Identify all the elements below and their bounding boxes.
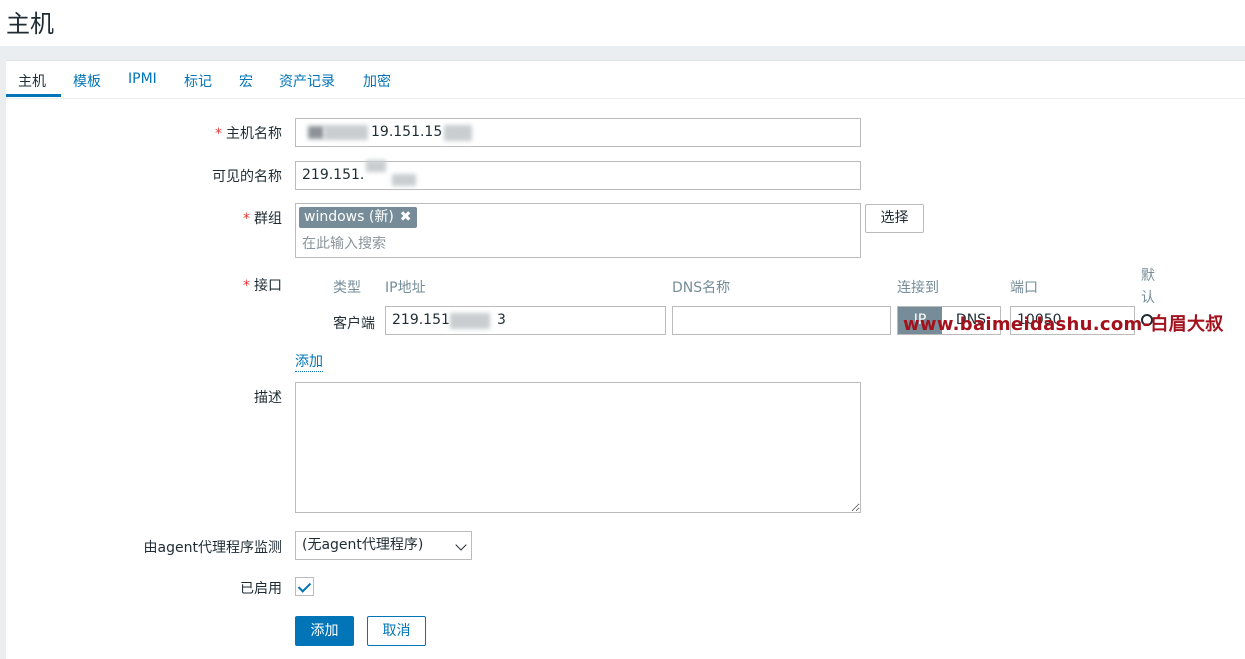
active-tab-indicator <box>6 94 61 97</box>
add-button[interactable]: 添加 <box>295 616 354 646</box>
interface-dns-input[interactable] <box>672 306 891 335</box>
interface-ip-header: IP地址 <box>385 280 426 296</box>
enabled-checkbox[interactable] <box>295 577 314 596</box>
interface-dns-header: DNS名称 <box>672 280 731 296</box>
tab-inventory[interactable]: 资产记录 <box>279 71 335 91</box>
interface-default-header: 默认 <box>1141 268 1155 306</box>
interface-connect-header: 连接到 <box>897 280 939 296</box>
description-label: 描述 <box>254 390 282 406</box>
enabled-label: 已启用 <box>240 581 282 597</box>
redaction-mark <box>450 313 490 329</box>
host-name-value: 19.151.15 <box>371 124 443 140</box>
groups-multiselect[interactable]: windows (新) ✖ 在此输入搜索 <box>295 203 861 258</box>
tab-encryption[interactable]: 加密 <box>363 71 391 91</box>
host-name-label: * 主机名称 <box>215 126 282 142</box>
page-title: 主机 <box>6 10 54 38</box>
tab-templates[interactable]: 模板 <box>73 71 101 91</box>
interfaces-label: * 接口 <box>243 278 282 294</box>
redaction-mark <box>444 125 472 141</box>
groups-label: * 群组 <box>243 211 282 227</box>
chip-remove-icon[interactable]: ✖ <box>400 209 412 225</box>
host-form-panel: 主机 模板 IPMI 标记 宏 资产记录 加密 * 主机名称 19.151.15 … <box>6 60 1245 659</box>
monitored-by-proxy-label: 由agent代理程序监测 <box>143 540 282 556</box>
tab-host[interactable]: 主机 <box>18 71 46 91</box>
title-bar: 主机 <box>0 0 1245 46</box>
interface-type-agent: 客户端 <box>333 316 375 332</box>
description-textarea[interactable] <box>295 382 861 513</box>
tab-bar: 主机 模板 IPMI 标记 宏 资产记录 加密 <box>6 61 1245 99</box>
redaction-mark <box>392 174 416 186</box>
redaction-mark <box>308 126 324 139</box>
watermark-text: www.baimeidashu.com-白眉大叔 <box>903 314 1224 335</box>
groups-search-placeholder[interactable]: 在此输入搜索 <box>302 233 386 253</box>
tab-ipmi[interactable]: IPMI <box>128 71 157 87</box>
add-interface-link[interactable]: 添加 <box>295 351 323 372</box>
redaction-mark <box>366 160 386 172</box>
redaction-mark <box>324 125 368 140</box>
chevron-down-icon <box>455 539 467 551</box>
interface-ip-value: 219.151 <box>392 312 450 328</box>
interface-ip-input[interactable]: 219.151 3 <box>385 306 666 335</box>
check-icon <box>297 579 312 593</box>
interface-port-header: 端口 <box>1010 280 1038 296</box>
group-chip: windows (新) ✖ <box>299 207 417 228</box>
visible-name-label: 可见的名称 <box>212 169 282 185</box>
visible-name-input[interactable]: 219.151. <box>295 160 861 190</box>
cancel-button[interactable]: 取消 <box>367 616 426 646</box>
interface-type-header: 类型 <box>333 280 361 296</box>
tab-macros[interactable]: 宏 <box>239 71 253 91</box>
select-groups-button[interactable]: 选择 <box>865 204 924 233</box>
proxy-select[interactable]: (无agent代理程序) <box>295 531 472 560</box>
tab-tags[interactable]: 标记 <box>184 71 212 91</box>
visible-name-value: 219.151. <box>302 167 365 183</box>
host-name-input[interactable]: 19.151.15 <box>295 118 861 147</box>
